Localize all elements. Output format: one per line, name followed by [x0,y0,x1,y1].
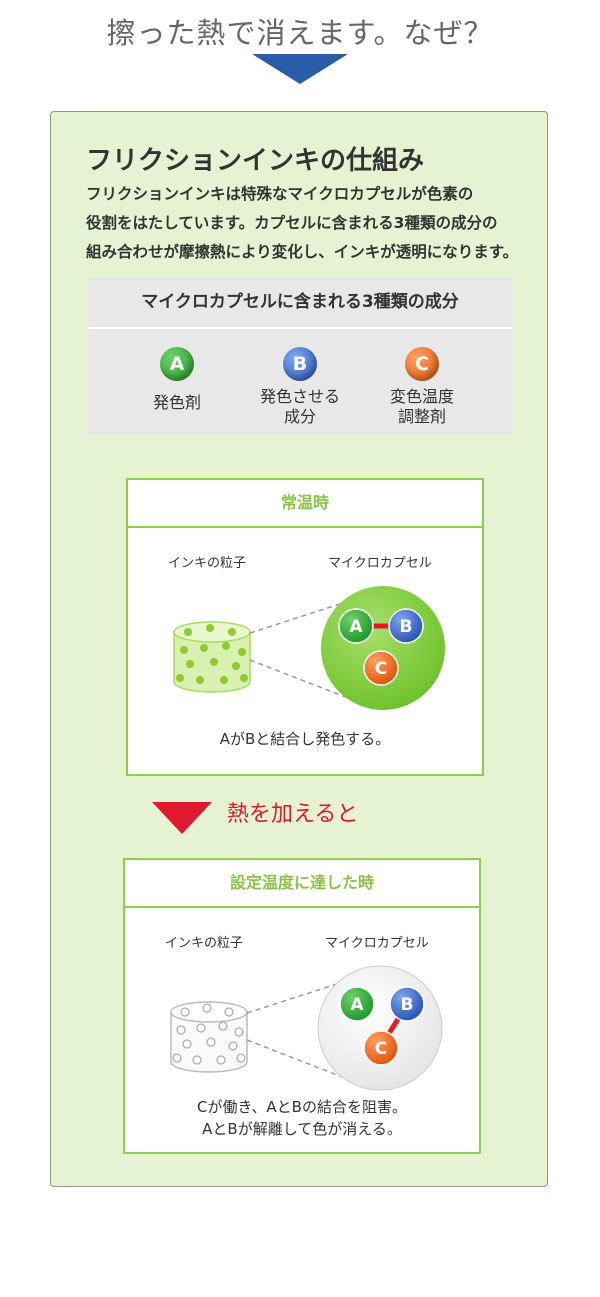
capsule-ball-a: A [350,995,364,1015]
state-heated-caption-2: AとBが解離して色が消える。 [202,1120,402,1138]
ball-c-icon: C [405,347,439,381]
capsule-ball-c: C [375,659,387,679]
heated-diagram: A B C [170,965,443,1091]
components-title: マイクロカプセルに含まれる3種類の成分 [87,277,513,329]
state-normal-caption: AがBと結合し発色する。 [219,730,391,748]
component-c: C 変色温度 調整剤 [362,347,482,427]
ink-particle-cylinder [173,621,251,693]
capsule-ball-c: C [375,1039,387,1059]
component-a: A 発色剤 [117,347,237,413]
ball-b-icon: B [283,347,317,381]
component-c-label-2: 調整剤 [397,407,446,426]
component-a-label: 発色剤 [152,393,201,412]
state-heated-title: 設定温度に達した時 [125,860,479,908]
components-list: A 発色剤 B 発色させる 成分 C 変色温度 調整剤 [87,329,513,435]
microcapsule [317,965,443,1091]
ink-particle-cylinder-clear [170,1001,248,1073]
intro-text: フリクションインキは特殊なマイクロカプセルが色素の 役割をはたしています。カプセ… [86,180,531,267]
capsule-ball-b: B [400,617,413,637]
component-b-label-1: 発色させる [259,387,340,406]
capsule-ball-a: A [349,617,363,637]
ball-a-icon: A [160,347,194,381]
state-normal-box: 常温時 インキの粒子 マイクロカプセル A B C AがBと結合し発色する。 [126,478,484,776]
state-normal-title: 常温時 [128,480,482,528]
down-arrow-icon [252,54,348,84]
heat-arrow-icon [152,802,212,834]
state-heated-body: インキの粒子 マイクロカプセル A B C Cが働き、AとBの結合を阻害。 Aと… [125,908,479,1154]
intro-line: 組み合わせが摩擦熱により変化し、インキが透明になります。 [86,243,519,261]
capsule-ball-b: B [401,995,414,1015]
component-b-label-2: 成分 [283,407,316,426]
intro-line: 役割をはたしています。カプセルに含まれる3種類の成分の [86,214,498,232]
mechanism-panel: フリクションインキの仕組み フリクションインキは特殊なマイクロカプセルが色素の … [50,111,548,1187]
heat-label: 熱を加えると [227,802,359,827]
state-heated-caption-1: Cが働き、AとBの結合を阻害。 [197,1098,407,1116]
normal-diagram: A B C [173,586,445,710]
page-title: 擦った熱で消えます。なぜ？ [106,16,494,50]
intro-line: フリクションインキは特殊なマイクロカプセルが色素の [86,185,474,203]
state-heated-box: 設定温度に達した時 インキの粒子 マイクロカプセル A B C Cが働き、AとB… [123,858,481,1154]
components-box: マイクロカプセルに含まれる3種類の成分 A 発色剤 B 発色させる 成分 C 変… [87,277,513,435]
microcapsule [321,586,445,710]
section-heading: フリクションインキの仕組み [86,146,425,176]
component-b: B 発色させる 成分 [240,347,360,427]
state-normal-body: インキの粒子 マイクロカプセル A B C AがBと結合し発色する。 [128,528,482,776]
component-c-label-1: 変色温度 [389,387,454,406]
